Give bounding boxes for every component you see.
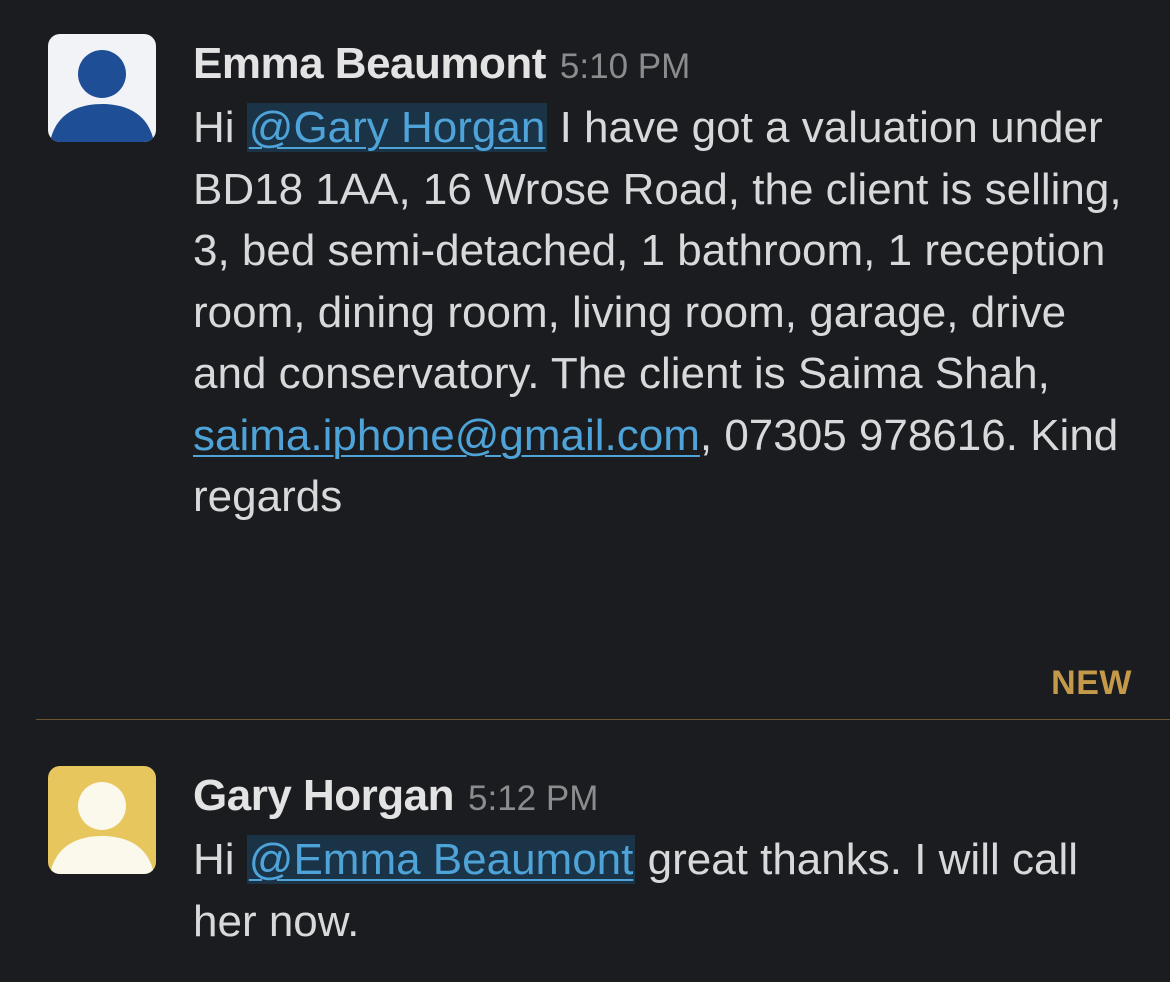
user-mention[interactable]: @Emma Beaumont	[246, 835, 636, 884]
author-name[interactable]: Gary Horgan	[193, 771, 455, 820]
avatar[interactable]	[48, 34, 156, 142]
email-link[interactable]: saima.iphone@gmail.com	[193, 411, 700, 460]
new-messages-divider	[36, 719, 1170, 720]
user-mention[interactable]: @Gary Horgan	[246, 103, 548, 152]
timestamp[interactable]: 5:10 PM	[560, 47, 690, 86]
user-silhouette-icon	[50, 50, 154, 142]
message-header: Emma Beaumont 5:10 PM	[193, 34, 1133, 94]
text-prefix: Hi	[193, 835, 247, 884]
user-silhouette-icon	[50, 782, 154, 874]
text-prefix: Hi	[193, 103, 247, 152]
author-name[interactable]: Emma Beaumont	[193, 39, 546, 88]
new-messages-label: NEW	[1051, 664, 1132, 702]
message-text: Hi @Emma Beaumont great thanks. I will c…	[193, 829, 1133, 952]
timestamp[interactable]: 5:12 PM	[468, 779, 598, 818]
avatar[interactable]	[48, 766, 156, 874]
message-header: Gary Horgan 5:12 PM	[193, 766, 1133, 826]
message-text: Hi @Gary Horgan I have got a valuation u…	[193, 97, 1133, 528]
